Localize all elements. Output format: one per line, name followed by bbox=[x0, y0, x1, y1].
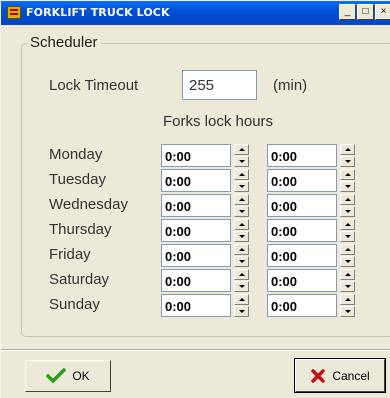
spin-buttons bbox=[234, 244, 249, 267]
spin-down-icon[interactable] bbox=[340, 306, 355, 317]
spin-buttons bbox=[340, 294, 355, 317]
spin-buttons bbox=[234, 219, 249, 242]
spin-buttons bbox=[340, 269, 355, 292]
spin-down-icon[interactable] bbox=[234, 231, 249, 242]
spin-buttons bbox=[234, 144, 249, 167]
check-icon bbox=[46, 368, 67, 384]
spin-buttons bbox=[234, 269, 249, 292]
time-spinner-from[interactable]: 0:00 bbox=[161, 269, 249, 292]
time-spinner-to[interactable]: 0:00 bbox=[267, 269, 355, 292]
spin-down-icon[interactable] bbox=[234, 281, 249, 292]
time-spinner-to[interactable]: 0:00 bbox=[267, 194, 355, 217]
cancel-label: Cancel bbox=[332, 368, 370, 383]
dialog-window: FORKLIFT TRUCK LOCK _ □ × Scheduler Lock… bbox=[0, 0, 390, 398]
time-input-from[interactable]: 0:00 bbox=[161, 144, 231, 167]
spin-up-icon[interactable] bbox=[234, 244, 249, 255]
time-input-from[interactable]: 0:00 bbox=[161, 194, 231, 217]
spin-down-icon[interactable] bbox=[234, 206, 249, 217]
ok-label: OK bbox=[72, 369, 90, 383]
time-input-from[interactable]: 0:00 bbox=[161, 219, 231, 242]
time-input-to[interactable]: 0:00 bbox=[267, 194, 337, 217]
spin-buttons bbox=[340, 169, 355, 192]
day-label: Saturday bbox=[49, 271, 110, 288]
forks-lock-hours-label: Forks lock hours bbox=[163, 113, 274, 130]
spin-up-icon[interactable] bbox=[234, 219, 249, 230]
cancel-button[interactable]: Cancel bbox=[294, 358, 386, 393]
spin-up-icon[interactable] bbox=[340, 269, 355, 280]
time-spinner-to[interactable]: 0:00 bbox=[267, 294, 355, 317]
spin-buttons bbox=[234, 294, 249, 317]
spin-up-icon[interactable] bbox=[340, 294, 355, 305]
time-spinner-to[interactable]: 0:00 bbox=[267, 219, 355, 242]
title-bar[interactable]: FORKLIFT TRUCK LOCK _ □ × bbox=[1, 1, 390, 25]
day-label: Friday bbox=[49, 246, 91, 263]
time-spinner-to[interactable]: 0:00 bbox=[267, 244, 355, 267]
spin-down-icon[interactable] bbox=[340, 181, 355, 192]
spin-down-icon[interactable] bbox=[234, 256, 249, 267]
time-spinner-from[interactable]: 0:00 bbox=[161, 294, 249, 317]
ok-button[interactable]: OK bbox=[25, 360, 111, 392]
time-input-to[interactable]: 0:00 bbox=[267, 269, 337, 292]
spin-up-icon[interactable] bbox=[234, 144, 249, 155]
spin-down-icon[interactable] bbox=[340, 281, 355, 292]
time-input-to[interactable]: 0:00 bbox=[267, 244, 337, 267]
spin-down-icon[interactable] bbox=[234, 306, 249, 317]
spin-down-icon[interactable] bbox=[234, 181, 249, 192]
time-input-to[interactable]: 0:00 bbox=[267, 144, 337, 167]
spin-up-icon[interactable] bbox=[340, 194, 355, 205]
spin-up-icon[interactable] bbox=[340, 169, 355, 180]
lock-timeout-label: Lock Timeout bbox=[49, 77, 139, 94]
time-spinner-from[interactable]: 0:00 bbox=[161, 144, 249, 167]
spin-up-icon[interactable] bbox=[234, 194, 249, 205]
spin-up-icon[interactable] bbox=[234, 169, 249, 180]
time-input-from[interactable]: 0:00 bbox=[161, 294, 231, 317]
day-label: Wednesday bbox=[49, 196, 128, 213]
scheduler-group-label: Scheduler bbox=[27, 34, 101, 51]
time-spinner-to[interactable]: 0:00 bbox=[267, 144, 355, 167]
spin-down-icon[interactable] bbox=[340, 206, 355, 217]
spin-up-icon[interactable] bbox=[234, 269, 249, 280]
spin-down-icon[interactable] bbox=[340, 156, 355, 167]
lock-timeout-input[interactable]: 255 bbox=[182, 70, 257, 100]
spin-down-icon[interactable] bbox=[340, 256, 355, 267]
day-label: Sunday bbox=[49, 296, 100, 313]
time-input-to[interactable]: 0:00 bbox=[267, 219, 337, 242]
time-input-from[interactable]: 0:00 bbox=[161, 244, 231, 267]
time-input-to[interactable]: 0:00 bbox=[267, 294, 337, 317]
cross-icon bbox=[310, 368, 326, 384]
spin-buttons bbox=[340, 144, 355, 167]
time-input-from[interactable]: 0:00 bbox=[161, 169, 231, 192]
spin-up-icon[interactable] bbox=[234, 294, 249, 305]
spin-buttons bbox=[340, 244, 355, 267]
spin-up-icon[interactable] bbox=[340, 144, 355, 155]
time-input-from[interactable]: 0:00 bbox=[161, 269, 231, 292]
time-spinner-from[interactable]: 0:00 bbox=[161, 244, 249, 267]
app-icon bbox=[7, 6, 21, 19]
day-label: Monday bbox=[49, 146, 103, 163]
spin-buttons bbox=[234, 194, 249, 217]
spin-buttons bbox=[340, 194, 355, 217]
day-label: Thursday bbox=[49, 221, 112, 238]
time-spinner-to[interactable]: 0:00 bbox=[267, 169, 355, 192]
time-spinner-from[interactable]: 0:00 bbox=[161, 194, 249, 217]
spin-up-icon[interactable] bbox=[340, 244, 355, 255]
day-label: Tuesday bbox=[49, 171, 106, 188]
maximize-button[interactable]: □ bbox=[357, 4, 374, 20]
lock-timeout-unit: (min) bbox=[273, 77, 308, 94]
window-title: FORKLIFT TRUCK LOCK bbox=[26, 6, 170, 19]
spin-down-icon[interactable] bbox=[234, 156, 249, 167]
time-input-to[interactable]: 0:00 bbox=[267, 169, 337, 192]
button-separator bbox=[1, 349, 390, 351]
spin-buttons bbox=[234, 169, 249, 192]
close-button[interactable]: × bbox=[375, 4, 390, 20]
minimize-button[interactable]: _ bbox=[339, 4, 356, 20]
spin-down-icon[interactable] bbox=[340, 231, 355, 242]
spin-up-icon[interactable] bbox=[340, 219, 355, 230]
time-spinner-from[interactable]: 0:00 bbox=[161, 169, 249, 192]
spin-buttons bbox=[340, 219, 355, 242]
time-spinner-from[interactable]: 0:00 bbox=[161, 219, 249, 242]
